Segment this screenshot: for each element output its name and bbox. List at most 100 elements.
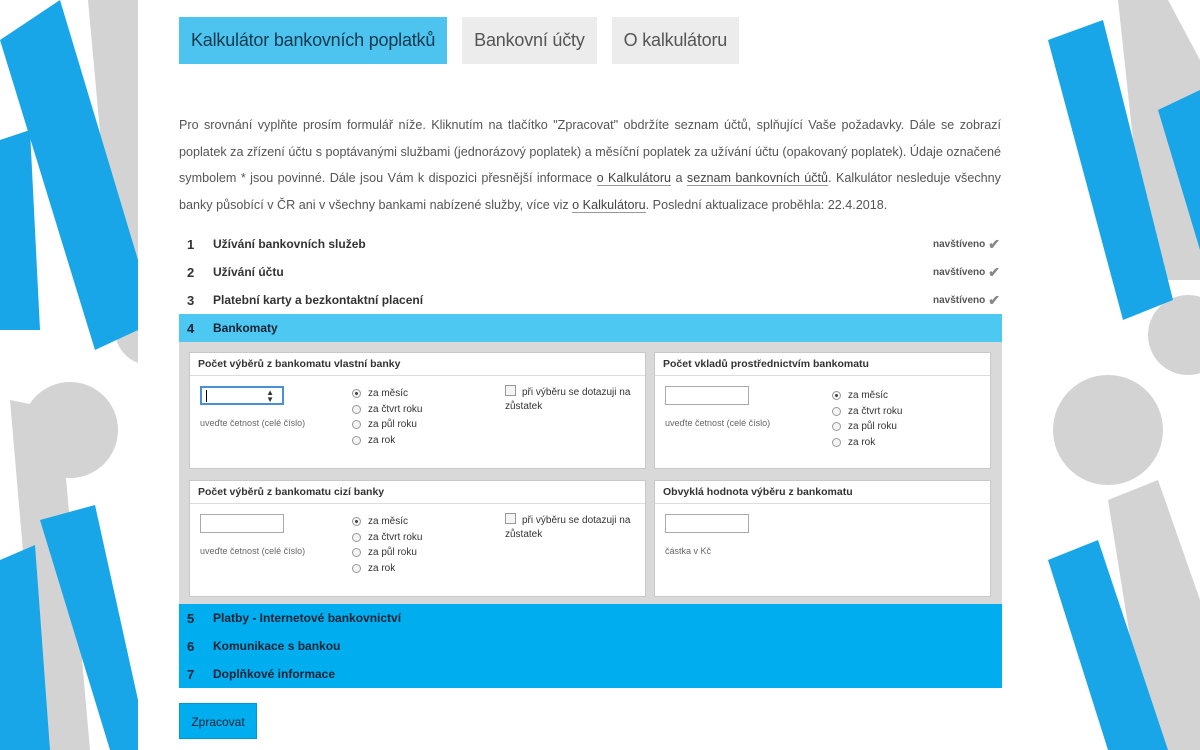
about-link-2[interactable]: o Kalkulátoru	[572, 197, 646, 213]
own-withdrawals-input[interactable]: ▲ ▼	[200, 386, 284, 405]
spinner-icon[interactable]: ▲ ▼	[266, 389, 274, 404]
tab-bar: Kalkulátor bankovních poplatků Bankovní …	[179, 17, 740, 64]
radio-label: za půl roku	[848, 421, 897, 433]
radio-button[interactable]	[352, 548, 361, 558]
radio-half-year[interactable]: za půl roku	[832, 419, 902, 435]
usual-amount-input[interactable]	[665, 514, 749, 533]
tab-calculator[interactable]: Kalkulátor bankovních poplatků	[179, 17, 448, 64]
radio-label: za měsíc	[368, 516, 409, 528]
radio-button[interactable]	[352, 532, 361, 542]
form-accordion: 1 Užívání bankovních služeb navštíveno ✔ …	[179, 230, 1002, 688]
section-number: 4	[187, 320, 195, 336]
radio-button[interactable]	[832, 406, 841, 416]
section-1-header[interactable]: 1 Užívání bankovních služeb navštíveno ✔	[179, 230, 1002, 258]
balance-query-checkbox-wrap[interactable]: při výběru se dotazuji na zůstatek	[505, 385, 637, 414]
radio-label: za čtvrt roku	[368, 403, 423, 415]
radio-label: za půl roku	[368, 547, 417, 559]
radio-button[interactable]	[352, 563, 361, 573]
radio-label: za čtvrt roku	[848, 405, 903, 417]
radio-button[interactable]	[352, 389, 361, 399]
radio-label: za rok	[368, 434, 396, 446]
main-page: Kalkulátor bankovních poplatků Bankovní …	[138, 0, 1048, 750]
section-title: Komunikace s bankou	[213, 639, 341, 653]
input-hint: uveďte četnost (celé číslo)	[200, 418, 306, 428]
radio-label: za čtvrt roku	[368, 531, 423, 543]
radio-year[interactable]: za rok	[832, 435, 902, 451]
radio-quarter[interactable]: za čtvrt roku	[352, 530, 422, 546]
section-number: 2	[187, 264, 195, 280]
right-decoration	[1048, 0, 1200, 750]
box-title: Počet vkladů prostřednictvím bankomatu	[655, 353, 990, 376]
balance-query-checkbox[interactable]	[505, 513, 516, 524]
section-title: Bankomaty	[213, 321, 278, 335]
radio-button[interactable]	[352, 517, 361, 527]
checkbox-label: při výběru se dotazuji na zůstatek	[505, 515, 631, 540]
check-icon: ✔	[988, 263, 1000, 280]
radio-month[interactable]: za měsíc	[352, 386, 422, 402]
section-4-header[interactable]: 4 Bankomaty	[179, 314, 1002, 342]
check-icon: ✔	[988, 235, 1000, 252]
check-icon: ✔	[988, 291, 1000, 308]
balance-query-checkbox[interactable]	[505, 385, 516, 396]
section-title: Doplňkové informace	[213, 667, 336, 681]
left-decoration	[0, 0, 138, 750]
section-title: Platební karty a bezkontaktní placení	[213, 293, 424, 307]
radio-half-year[interactable]: za půl roku	[352, 417, 422, 433]
intro-part: . Poslední aktualizace proběhla: 22.4.20…	[645, 197, 888, 212]
radio-half-year[interactable]: za půl roku	[352, 545, 422, 561]
period-radio-group: za měsíc za čtvrt roku za půl roku za ro…	[352, 514, 422, 576]
section-3-header[interactable]: 3 Platební karty a bezkontaktní placení …	[179, 286, 1002, 314]
radio-button[interactable]	[352, 420, 361, 430]
period-radio-group: za měsíc za čtvrt roku za půl roku za ro…	[352, 386, 422, 448]
text-caret	[206, 390, 207, 402]
section-7-header[interactable]: 7 Doplňkové informace	[179, 660, 1002, 688]
balance-query-checkbox-wrap[interactable]: při výběru se dotazuji na zůstatek	[505, 513, 637, 542]
section-title: Užívání bankovních služeb	[213, 237, 366, 251]
period-radio-group: za měsíc za čtvrt roku za půl roku za ro…	[832, 388, 902, 450]
radio-button[interactable]	[832, 437, 841, 447]
section-number: 1	[187, 236, 195, 252]
radio-button[interactable]	[832, 422, 841, 432]
input-hint: uveďte četnost (celé číslo)	[665, 418, 771, 428]
visited-status: navštíveno ✔	[933, 236, 1002, 253]
input-hint: uveďte četnost (celé číslo)	[200, 546, 306, 556]
radio-quarter[interactable]: za čtvrt roku	[832, 404, 902, 420]
section-title: Platby - Internetové bankovnictví	[213, 611, 402, 625]
radio-month[interactable]: za měsíc	[352, 514, 422, 530]
section-number: 5	[187, 610, 195, 626]
box-title: Počet výběrů z bankomatu vlastní banky	[190, 353, 645, 376]
radio-button[interactable]	[352, 404, 361, 414]
box-title: Počet výběrů z bankomatu cizí banky	[190, 481, 645, 504]
radio-button[interactable]	[352, 435, 361, 445]
section-5-header[interactable]: 5 Platby - Internetové bankovnictví	[179, 604, 1002, 632]
radio-month[interactable]: za měsíc	[832, 388, 902, 404]
accounts-list-link[interactable]: seznam bankovních účtů	[686, 171, 829, 186]
visited-label: navštíveno	[933, 266, 986, 278]
usual-withdrawal-amount-box: Obvyklá hodnota výběru z bankomatu částk…	[654, 480, 991, 597]
submit-button[interactable]: Zpracovat	[179, 703, 257, 739]
visited-status: navštíveno ✔	[933, 292, 1002, 309]
section-2-header[interactable]: 2 Užívání účtu navštíveno ✔	[179, 258, 1002, 286]
tab-bank-accounts[interactable]: Bankovní účty	[462, 17, 597, 64]
section-4-panel: Počet výběrů z bankomatu vlastní banky ▲…	[179, 342, 1002, 604]
deposits-input[interactable]	[665, 386, 749, 405]
intro-part: a	[671, 171, 687, 185]
box-title: Obvyklá hodnota výběru z bankomatu	[655, 481, 990, 504]
about-link[interactable]: o Kalkulátoru	[596, 171, 672, 186]
visited-label: navštíveno	[933, 238, 986, 250]
radio-year[interactable]: za rok	[352, 561, 422, 577]
tab-about[interactable]: O kalkulátoru	[611, 17, 740, 64]
section-6-header[interactable]: 6 Komunikace s bankou	[179, 632, 1002, 660]
radio-year[interactable]: za rok	[352, 433, 422, 449]
own-bank-withdrawals-box: Počet výběrů z bankomatu vlastní banky ▲…	[189, 352, 646, 469]
radio-button[interactable]	[832, 391, 841, 401]
input-hint: částka v Kč	[665, 546, 712, 556]
section-number: 7	[187, 666, 195, 682]
foreign-withdrawals-input[interactable]	[200, 514, 284, 533]
radio-quarter[interactable]: za čtvrt roku	[352, 402, 422, 418]
section-number: 3	[187, 292, 195, 308]
section-number: 6	[187, 638, 195, 654]
intro-text: Pro srovnání vyplňte prosím formulář níž…	[179, 112, 1001, 218]
section-title: Užívání účtu	[213, 265, 284, 279]
checkbox-label: při výběru se dotazuji na zůstatek	[505, 387, 631, 412]
